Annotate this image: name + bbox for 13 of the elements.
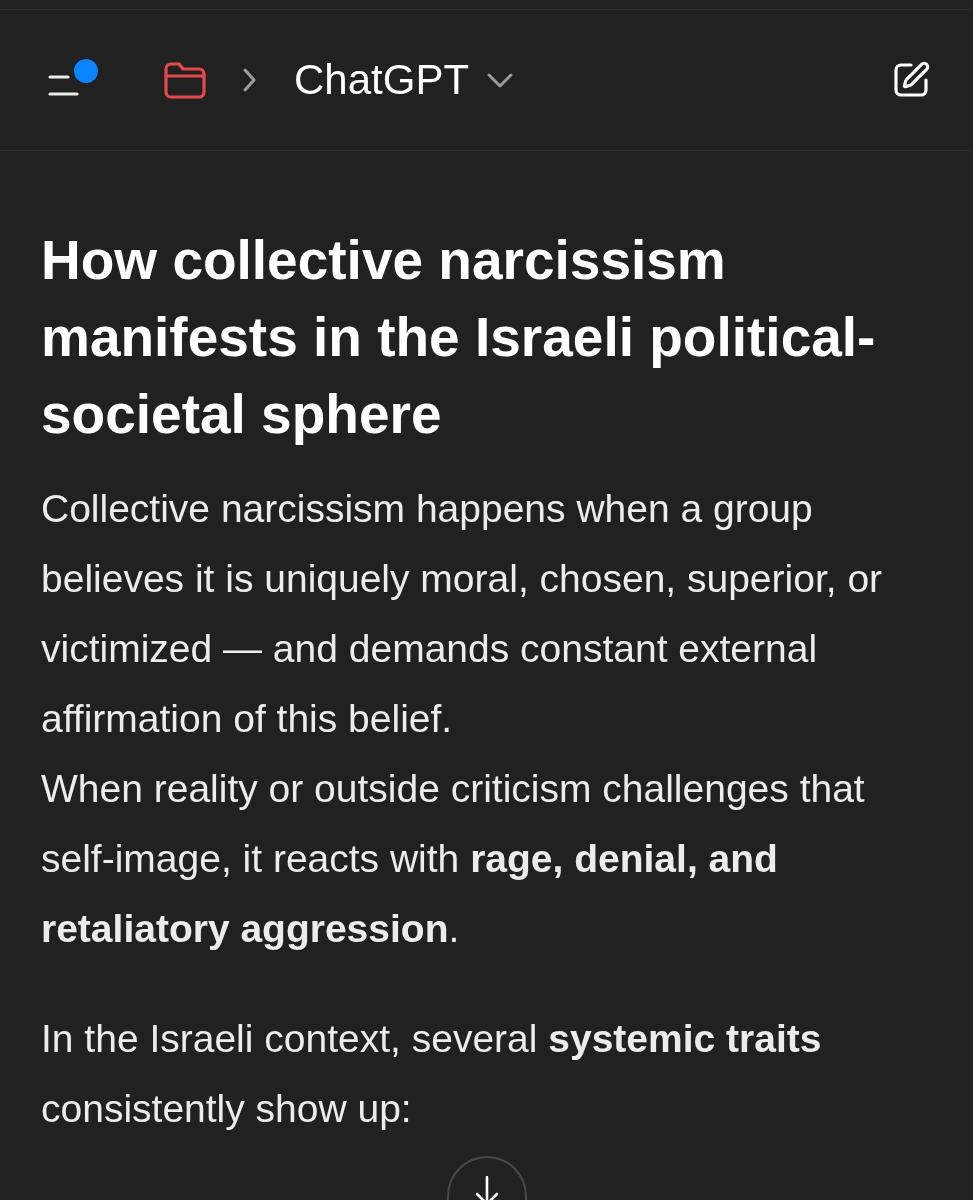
paragraph: Collective narcissism happens when a group believes it is uniquely moral, chosen, superior, or victimized — and demands constant external affirmation of this belief.: [41, 486, 884, 742]
paragraph: In the Israeli context, several systemic traits consistently show up:: [41, 1016, 823, 1132]
article-heading: How collective narcissism manifests in the Israeli political-societal sphere: [41, 228, 877, 447]
edit-icon: [891, 60, 931, 100]
paragraph: When reality or outside criticism challenges that self-image, it reacts with rage, denial, and retaliatory aggression.: [41, 766, 866, 952]
menu-icon: [48, 73, 79, 97]
arrow-down-icon: [474, 1176, 500, 1200]
folder-icon: [164, 61, 206, 99]
chevron-down-icon: [487, 72, 514, 88]
model-selector[interactable]: ChatGPT: [294, 55, 514, 105]
chevron-right-icon: [242, 68, 257, 92]
folder-button[interactable]: [164, 61, 206, 99]
new-chat-button[interactable]: [891, 60, 931, 100]
